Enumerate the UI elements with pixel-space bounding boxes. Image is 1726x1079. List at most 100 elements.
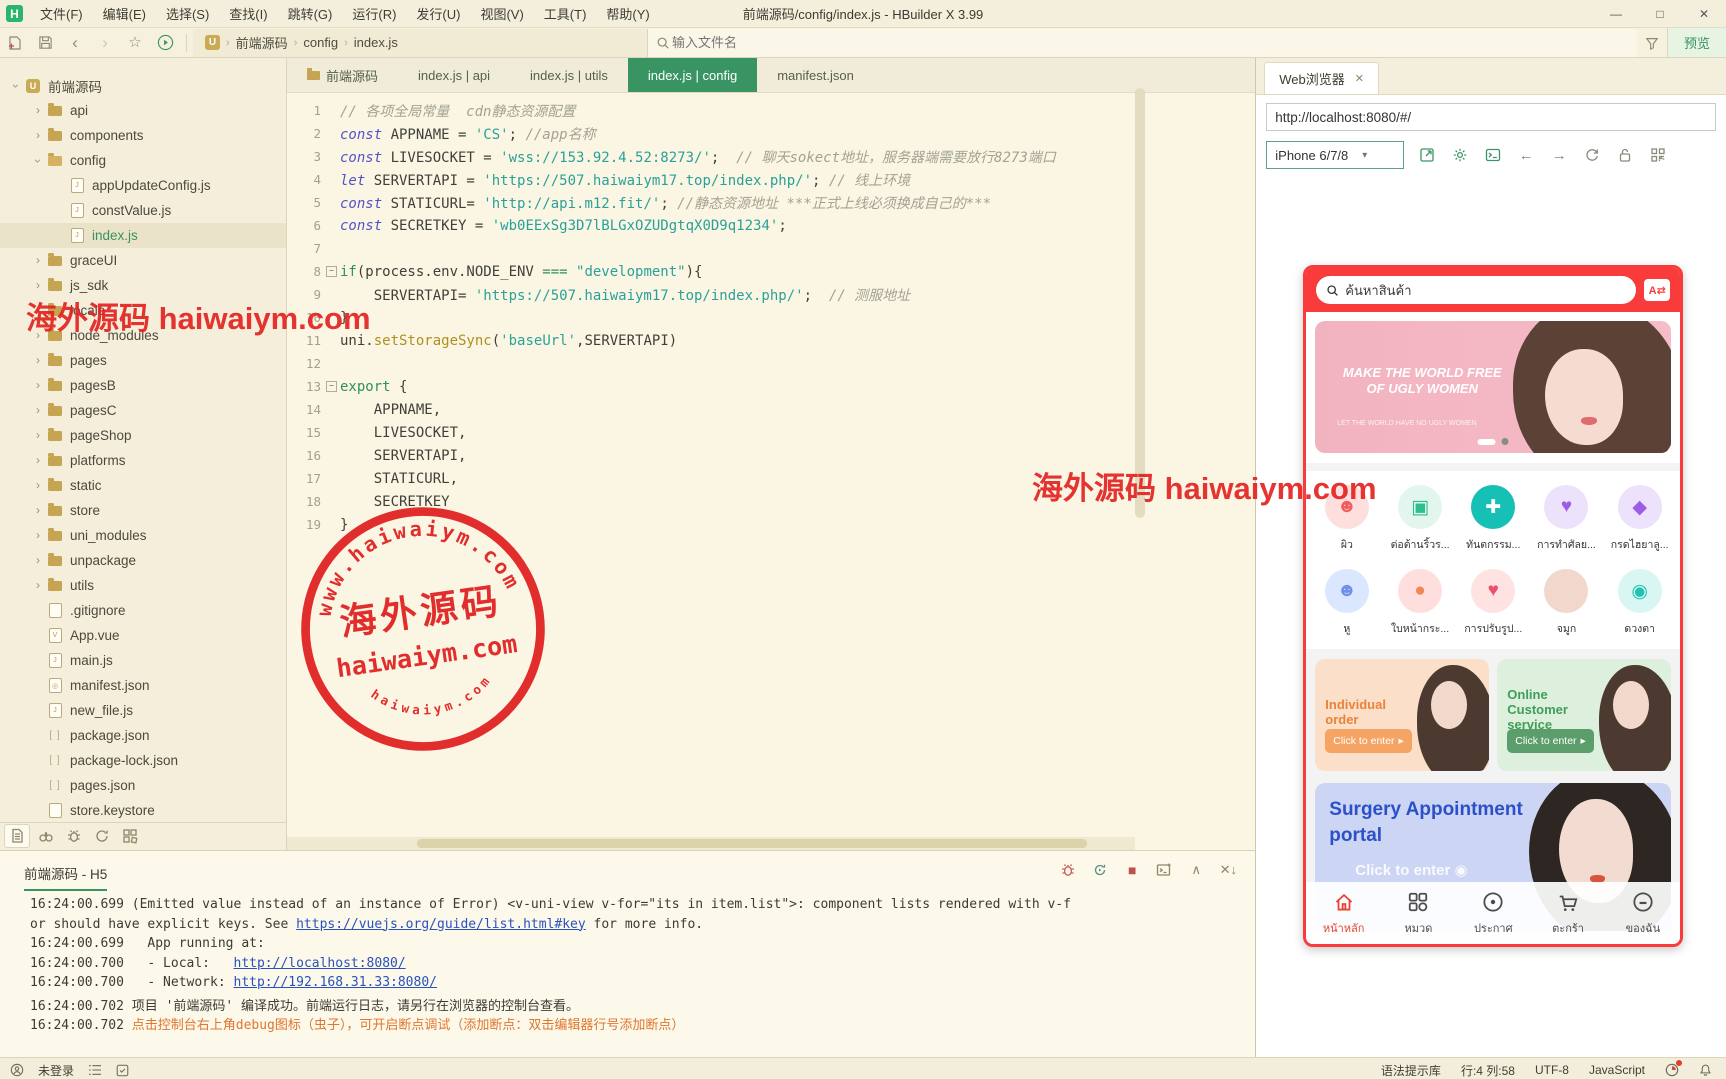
arrow-right-icon[interactable]: → bbox=[1549, 145, 1569, 165]
console-link[interactable]: https://vuejs.org/guide/list.html#key bbox=[296, 917, 586, 932]
navigate-back-button[interactable]: ‹ bbox=[60, 29, 90, 57]
file-search-input[interactable] bbox=[670, 34, 1629, 51]
close-button[interactable]: ✕ bbox=[1682, 1, 1726, 27]
url-input[interactable] bbox=[1266, 103, 1716, 131]
browser-tab[interactable]: Web浏览器 ✕ bbox=[1264, 62, 1379, 94]
save-button[interactable] bbox=[30, 29, 60, 57]
tree-item-platforms[interactable]: ›platforms bbox=[0, 448, 286, 473]
tree-item-pagesc[interactable]: ›pagesC bbox=[0, 398, 286, 423]
code-line[interactable]: 10} bbox=[287, 306, 1135, 329]
user-account-icon[interactable] bbox=[10, 1063, 24, 1077]
minimize-button[interactable]: — bbox=[1594, 1, 1638, 27]
scrollbar-thumb[interactable] bbox=[417, 839, 1087, 848]
tree-item-[interactable]: ›U前端源码 bbox=[0, 73, 286, 98]
editor-tab-index-js---config[interactable]: index.js | config bbox=[628, 58, 757, 92]
editor-tab-----[interactable]: 前端源码 bbox=[287, 58, 398, 92]
tree-item-unimodules[interactable]: ›uni_modules bbox=[0, 523, 286, 548]
maximize-button[interactable]: □ bbox=[1638, 1, 1682, 27]
tree-item-pages.json[interactable]: [ ]pages.json bbox=[0, 773, 286, 798]
nav-item-grid[interactable]: หมวด bbox=[1381, 882, 1456, 944]
category-item[interactable]: ◉ดวงตา bbox=[1603, 569, 1676, 637]
code-line[interactable]: 7 bbox=[287, 237, 1135, 260]
encoding-label[interactable]: UTF-8 bbox=[1535, 1063, 1569, 1077]
code-line[interactable]: 15 LIVESOCKET, bbox=[287, 421, 1135, 444]
fold-marker-icon[interactable]: − bbox=[325, 381, 338, 392]
surgery-enter-button[interactable]: Click to enter ◉ bbox=[1355, 861, 1467, 879]
line-number[interactable]: 10 bbox=[287, 310, 325, 325]
line-number[interactable]: 7 bbox=[287, 241, 325, 256]
notification-bell-icon[interactable] bbox=[1699, 1063, 1712, 1077]
editor-tab-index-js---utils[interactable]: index.js | utils bbox=[510, 58, 628, 92]
line-number[interactable]: 11 bbox=[287, 333, 325, 348]
tree-item-store.keystore[interactable]: store.keystore bbox=[0, 798, 286, 822]
code-line[interactable]: 14 APPNAME, bbox=[287, 398, 1135, 421]
tree-item-newfile.js[interactable]: Jnew_file.js bbox=[0, 698, 286, 723]
product-search-bar[interactable]: ค้นหาสินค้า bbox=[1316, 276, 1636, 304]
menu-item-7[interactable]: 发行(U) bbox=[407, 2, 469, 25]
breadcrumb-segment[interactable]: config bbox=[303, 35, 338, 50]
bookmark-star-button[interactable]: ☆ bbox=[120, 29, 150, 57]
tree-item-pagesb[interactable]: ›pagesB bbox=[0, 373, 286, 398]
line-number[interactable]: 1 bbox=[287, 103, 325, 118]
tree-item-main.js[interactable]: Jmain.js bbox=[0, 648, 286, 673]
carousel-dots[interactable] bbox=[1478, 438, 1509, 445]
line-number[interactable]: 12 bbox=[287, 356, 325, 371]
tree-item-nodemodules[interactable]: ›node_modules bbox=[0, 323, 286, 348]
line-number[interactable]: 18 bbox=[287, 494, 325, 509]
category-item[interactable]: ♥การปรับรูป... bbox=[1457, 569, 1530, 637]
lock-icon[interactable] bbox=[1615, 145, 1635, 165]
category-item[interactable]: ◆กรดไฮยาลู... bbox=[1603, 485, 1676, 553]
tree-item-locale[interactable]: ›locale bbox=[0, 298, 286, 323]
tree-item-api[interactable]: ›api bbox=[0, 98, 286, 123]
code-line[interactable]: 9 SERVERTAPI= 'https://507.haiwaiym17.to… bbox=[287, 283, 1135, 306]
code-line[interactable]: 17 STATICURL, bbox=[287, 467, 1135, 490]
update-clock-icon[interactable] bbox=[1665, 1063, 1679, 1077]
login-status[interactable]: 未登录 bbox=[38, 1062, 74, 1079]
line-number[interactable]: 14 bbox=[287, 402, 325, 417]
bug-icon[interactable] bbox=[1059, 861, 1077, 879]
task-box-icon[interactable] bbox=[116, 1064, 129, 1077]
console-tab[interactable]: 前端源码 - H5 bbox=[24, 863, 107, 891]
extensions-icon[interactable] bbox=[118, 825, 142, 847]
stop-icon[interactable]: ■ bbox=[1123, 861, 1141, 879]
line-number[interactable]: 9 bbox=[287, 287, 325, 302]
tree-item-utils[interactable]: ›utils bbox=[0, 573, 286, 598]
tree-item-pageshop[interactable]: ›pageShop bbox=[0, 423, 286, 448]
promo-enter-button[interactable]: Click to enter ▸ bbox=[1507, 729, 1594, 753]
console-link[interactable]: http://localhost:8080/ bbox=[234, 956, 406, 971]
line-number[interactable]: 15 bbox=[287, 425, 325, 440]
browser-tab-close-icon[interactable]: ✕ bbox=[1355, 72, 1364, 85]
tree-item-.gitignore[interactable]: .gitignore bbox=[0, 598, 286, 623]
line-number[interactable]: 19 bbox=[287, 517, 325, 532]
editor-vertical-scrollbar[interactable] bbox=[1135, 88, 1145, 518]
category-item[interactable]: ♥การทำศัลย... bbox=[1530, 485, 1603, 553]
line-number[interactable]: 8 bbox=[287, 264, 325, 279]
tree-item-unpackage[interactable]: ›unpackage bbox=[0, 548, 286, 573]
line-number[interactable]: 17 bbox=[287, 471, 325, 486]
open-external-icon[interactable] bbox=[1417, 145, 1437, 165]
code-line[interactable]: 18 SECRETKEY bbox=[287, 490, 1135, 513]
editor-tab-index-js---api[interactable]: index.js | api bbox=[398, 58, 510, 92]
editor-horizontal-scrollbar[interactable] bbox=[287, 837, 1135, 850]
translate-icon[interactable]: A⇄ bbox=[1644, 279, 1670, 301]
arrow-left-icon[interactable]: ← bbox=[1516, 145, 1536, 165]
line-number[interactable]: 2 bbox=[287, 126, 325, 141]
category-item[interactable]: ●ใบหน้ากระ... bbox=[1383, 569, 1456, 637]
syntax-library-label[interactable]: 语法提示库 bbox=[1381, 1062, 1441, 1079]
tree-item-store[interactable]: ›store bbox=[0, 498, 286, 523]
run-button[interactable] bbox=[150, 29, 180, 57]
new-file-button[interactable] bbox=[0, 29, 30, 57]
editor-tab-manifest-json[interactable]: manifest.json bbox=[757, 58, 874, 92]
code-line[interactable]: 5const STATICURL= 'http://api.m12.fit/';… bbox=[287, 191, 1135, 214]
tree-item-pages[interactable]: ›pages bbox=[0, 348, 286, 373]
tree-item-index.js[interactable]: Jindex.js bbox=[0, 223, 286, 248]
tree-item-graceui[interactable]: ›graceUI bbox=[0, 248, 286, 273]
nav-item-circle-dot[interactable]: ประกาศ bbox=[1456, 882, 1531, 944]
code-line[interactable]: 19} bbox=[287, 513, 1135, 536]
collapse-icon[interactable]: ∧ bbox=[1187, 861, 1205, 879]
menu-item-5[interactable]: 跳转(G) bbox=[279, 2, 342, 25]
tree-item-jssdk[interactable]: ›js_sdk bbox=[0, 273, 286, 298]
console-link[interactable]: http://192.168.31.33:8080/ bbox=[234, 975, 438, 990]
nav-item-cart[interactable]: ตะกร้า bbox=[1531, 882, 1606, 944]
carousel-dot[interactable] bbox=[1502, 438, 1509, 445]
